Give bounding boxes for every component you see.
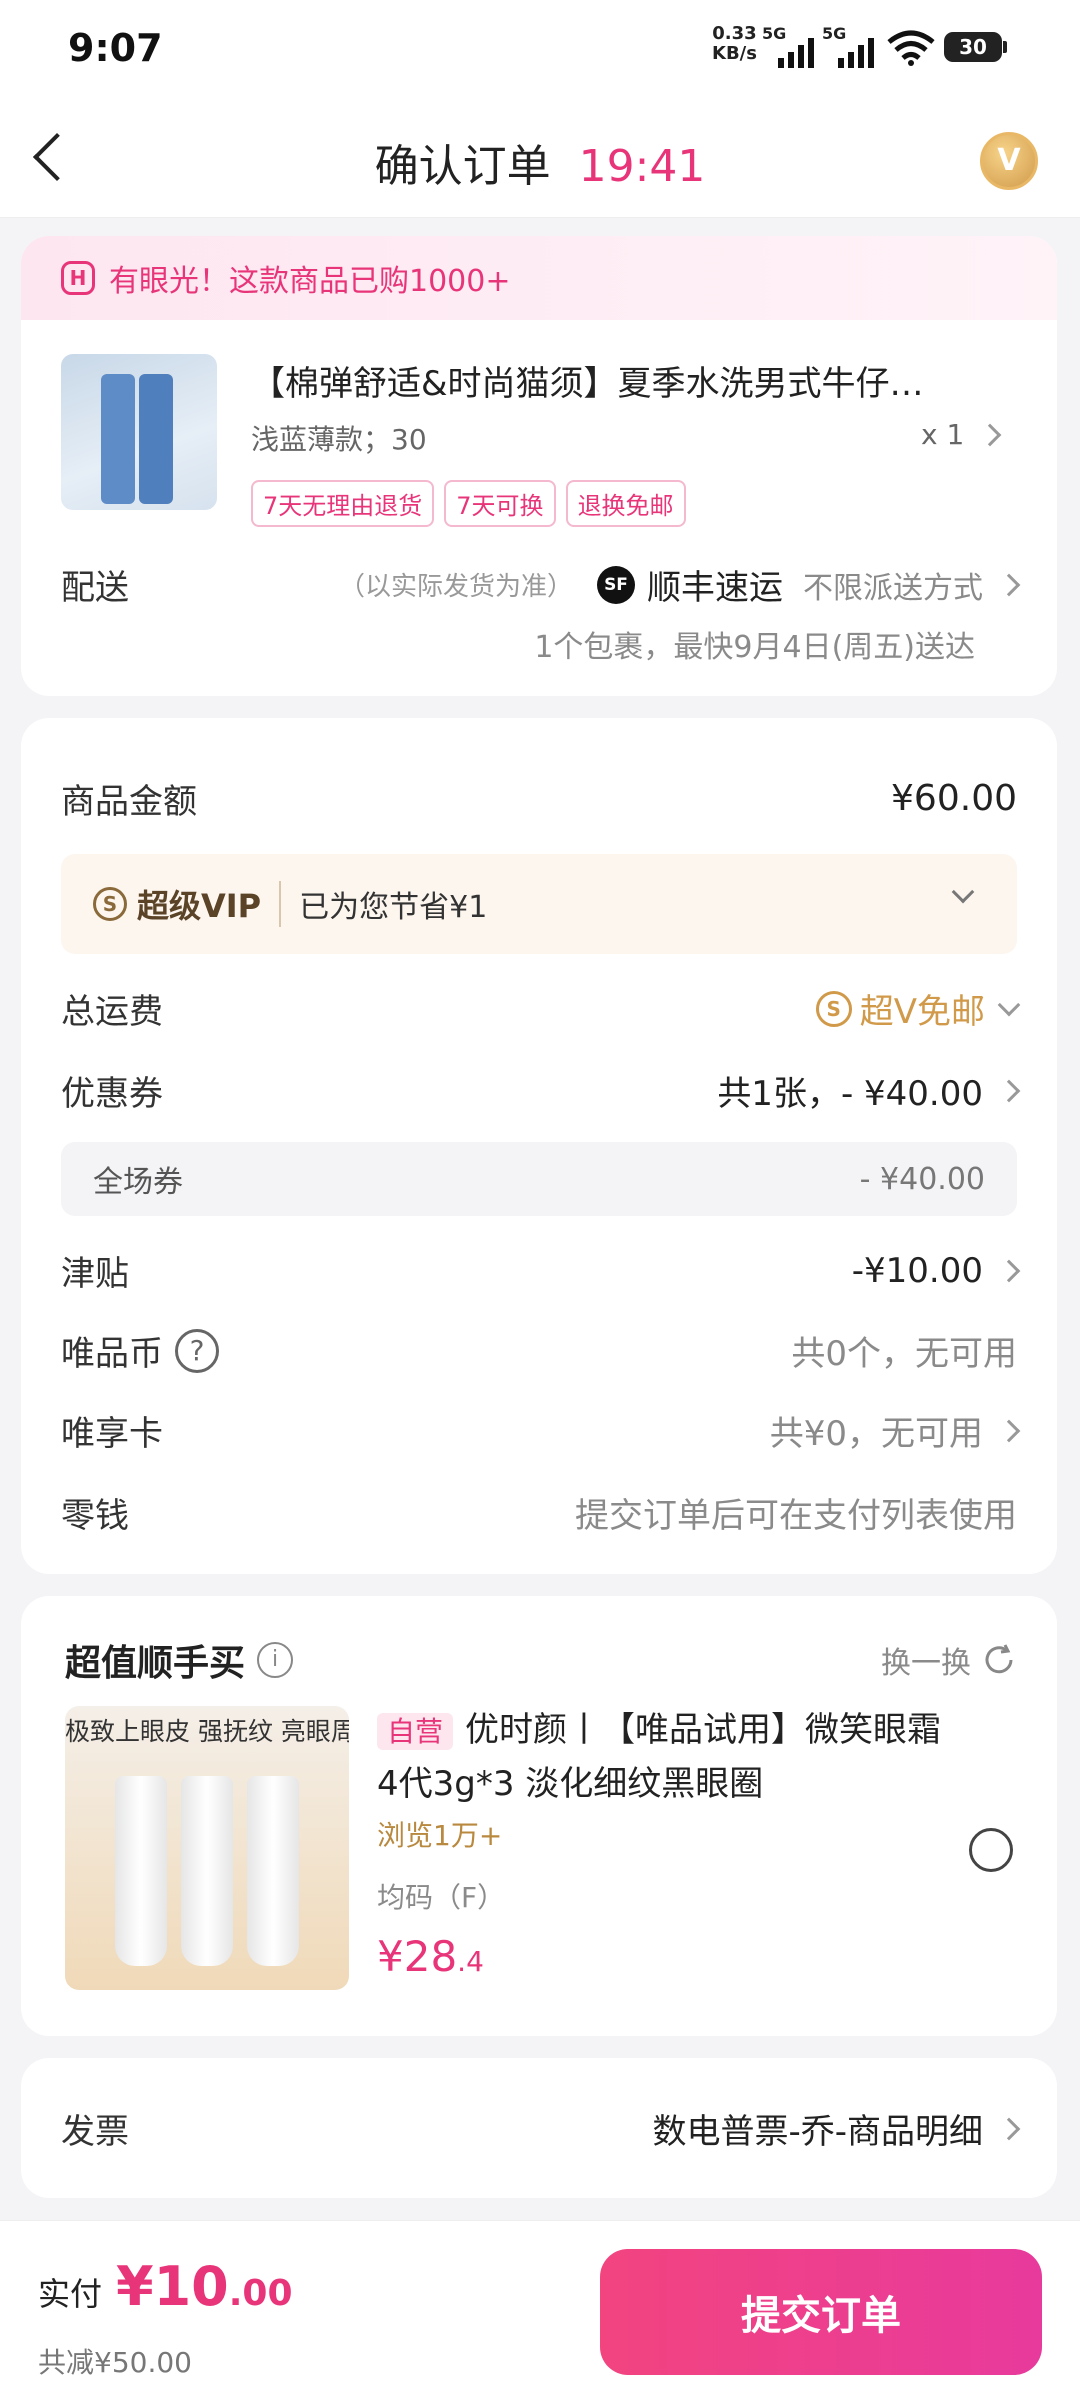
tube-icon — [247, 1776, 299, 1966]
coupon-detail: 全场券 - ¥40.00 — [61, 1142, 1017, 1216]
battery-tip — [1003, 41, 1007, 53]
service-tag: 7天无理由退货 — [251, 480, 435, 527]
coupon-row[interactable]: 优惠券 共1张，- ¥40.00 — [61, 1066, 1021, 1115]
product-thumbnail[interactable] — [61, 354, 217, 510]
status-bar: 9:07 0.33 KB/s 5G 5G 30 — [0, 0, 1080, 100]
signal-icon: 5G — [822, 24, 882, 68]
customer-service-icon[interactable]: V — [980, 132, 1038, 190]
vip-card-row[interactable]: 唯享卡 共¥0，无可用 — [61, 1406, 1021, 1455]
service-tag: 退换免邮 — [565, 480, 686, 527]
chevron-right-icon — [997, 2117, 1021, 2140]
jeans-leg — [101, 374, 135, 504]
signal-icon: 5G — [762, 24, 822, 68]
hot-icon: H — [61, 261, 95, 295]
chevron-down-icon — [951, 880, 975, 904]
vip-badge-icon: S — [93, 887, 127, 921]
chevron-right-icon — [997, 1259, 1021, 1282]
self-operated-badge: 自营 — [377, 1713, 454, 1750]
addon-views: 浏览1万+ — [377, 1819, 503, 1852]
service-tag: 7天可换 — [444, 480, 556, 527]
change-row: 零钱 提交订单后可在支付列表使用 — [61, 1496, 1017, 1536]
addon-name[interactable]: 自营 优时颜丨【唯品试用】微笑眼霜4代3g*3 淡化细纹黑眼圈 — [377, 1704, 957, 1810]
addon-title: 超值顺手买 i — [65, 1634, 294, 1686]
help-icon[interactable]: ? — [175, 1328, 219, 1373]
service-tags: 7天无理由退货 7天可换 退换免邮 — [251, 480, 696, 527]
status-time: 9:07 — [68, 26, 163, 70]
checkout-bar: 实付 ¥10 .00 共减¥50.00 提交订单 — [0, 2220, 1080, 2400]
vip-coin-icon: S — [815, 990, 852, 1027]
total-discount: 共减¥50.00 — [38, 2346, 192, 2379]
refresh-icon — [985, 1644, 1013, 1674]
net-speed: 0.33 KB/s — [712, 23, 757, 64]
invoice-card[interactable]: 发票 数电普票-乔-商品明细 — [21, 2058, 1057, 2198]
submit-order-button[interactable]: 提交订单 — [600, 2249, 1042, 2375]
product-card: H 有眼光！这款商品已购1000+ 【棉弹舒适&时尚猫须】夏季水洗男式牛仔… 浅… — [21, 236, 1057, 696]
purchase-banner: H 有眼光！这款商品已购1000+ — [21, 236, 1057, 320]
shipping-row[interactable]: 总运费 S 超V免邮 — [61, 984, 1021, 1033]
invoice-label: 发票 — [61, 2112, 129, 2152]
chevron-right-icon — [997, 1079, 1021, 1102]
nav-header: 确认订单 19:41 V — [0, 100, 1080, 218]
sf-logo-icon: SF — [597, 565, 635, 604]
battery-icon: 30 — [944, 32, 1002, 62]
vip-savings-bar[interactable]: S 超级VIP 已为您节省¥1 — [61, 854, 1017, 954]
addon-thumbnail[interactable]: 极致上眼皮 强抚纹 亮眼周 — [65, 1706, 349, 1990]
invoice-value: 数电普票-乔-商品明细 — [652, 2112, 983, 2152]
product-spec: 浅蓝薄款；30 — [251, 423, 427, 456]
chevron-right-icon — [978, 423, 1002, 446]
addon-card: 超值顺手买 i 换一换 极致上眼皮 强抚纹 亮眼周 自营 优时颜丨【唯品试用】微笑… — [21, 1596, 1057, 2036]
addon-price: ¥28.4 — [377, 1932, 484, 1981]
page-title: 确认订单 19:41 — [374, 141, 706, 192]
chevron-right-icon — [997, 1419, 1021, 1442]
info-icon[interactable]: i — [257, 1642, 294, 1678]
price-card: 商品金额 ¥60.00 S 超级VIP 已为您节省¥1 总运费 S 超V免邮 优… — [21, 718, 1057, 1574]
delivery-eta: 1个包裹，最快9月4日(周五)送达 — [534, 630, 975, 665]
addon-select-radio[interactable] — [969, 1828, 1013, 1872]
coin-row: 唯品币 ? 共0个，无可用 — [61, 1326, 1017, 1375]
goods-amount-row: 商品金额 ¥60.00 — [61, 778, 1017, 822]
allowance-row[interactable]: 津贴 -¥10.00 — [61, 1246, 1021, 1295]
pay-amount: 实付 ¥10 .00 — [38, 2255, 293, 2318]
order-countdown: 19:41 — [578, 141, 706, 192]
delivery-label: 配送 — [61, 568, 129, 608]
tube-icon — [115, 1776, 167, 1966]
addon-size: 均码（F） — [377, 1881, 506, 1914]
tube-icon — [181, 1776, 233, 1966]
product-title[interactable]: 【棉弹舒适&时尚猫须】夏季水洗男式牛仔… — [251, 356, 1011, 405]
jeans-leg — [139, 374, 173, 504]
delivery-row[interactable]: 配送 （以实际发货为准） SF 顺丰速运 不限派送方式 — [61, 560, 1021, 609]
chevron-down-icon — [997, 993, 1021, 1016]
product-qty[interactable]: x 1 — [921, 418, 1002, 451]
refresh-button[interactable]: 换一换 — [881, 1638, 1017, 1682]
wifi-icon — [887, 30, 935, 66]
chevron-right-icon — [997, 573, 1021, 596]
